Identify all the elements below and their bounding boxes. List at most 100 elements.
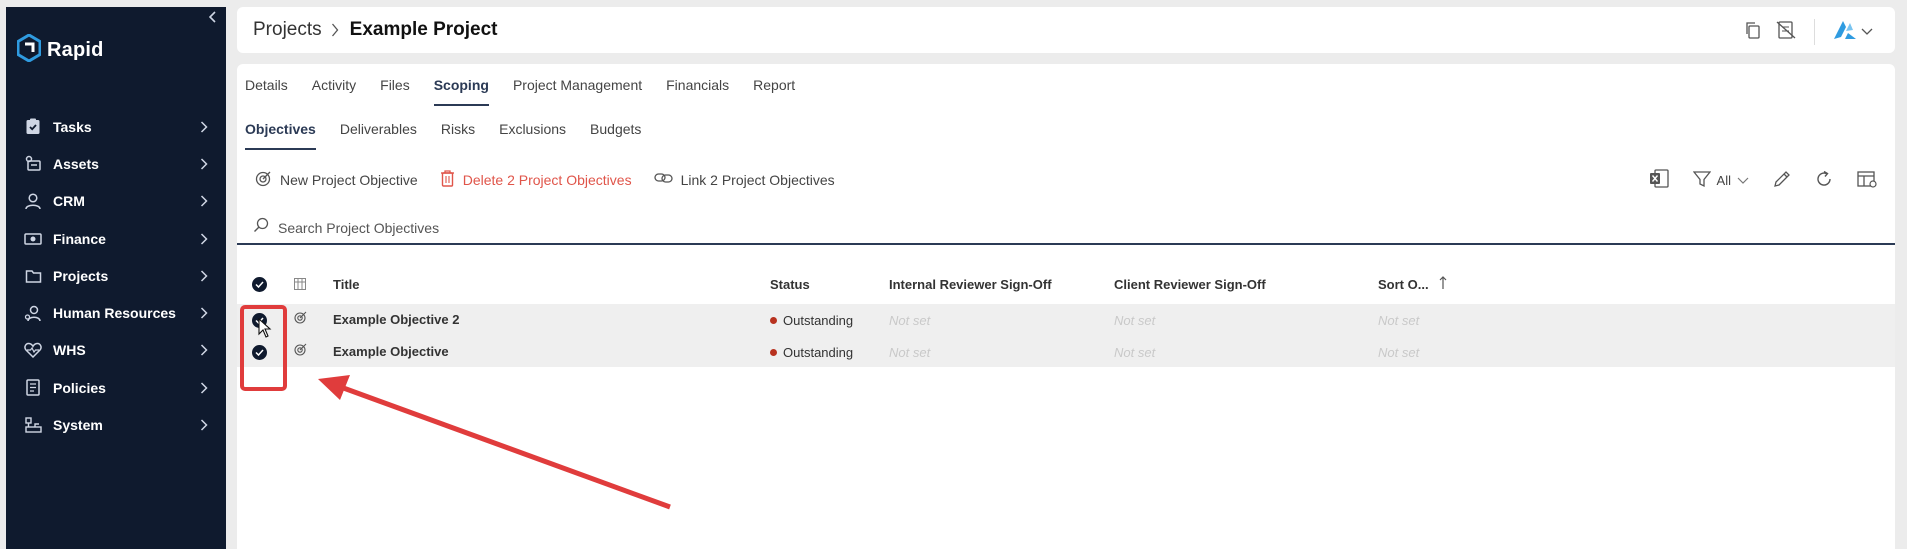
user-menu-button[interactable]: [1833, 20, 1873, 45]
chevron-right-icon: [200, 157, 210, 171]
column-header-sort-order[interactable]: Sort O...: [1378, 275, 1447, 293]
chevron-right-icon: [200, 306, 210, 320]
table-row[interactable]: Example Objective 2 Outstanding Not set …: [237, 305, 1895, 336]
table-tools: All: [1649, 169, 1877, 191]
row-sort-order: Not set: [1378, 345, 1420, 360]
row-client-signoff: Not set: [1114, 345, 1156, 360]
select-all-checkbox[interactable]: [252, 276, 267, 292]
project-tabs: Details Activity Files Scoping Project M…: [245, 72, 795, 106]
document-icon: [24, 379, 42, 397]
column-header-title[interactable]: Title: [333, 277, 360, 292]
page-header: Projects Example Project: [237, 7, 1895, 53]
tab-files[interactable]: Files: [380, 72, 410, 106]
chevron-right-icon: [200, 120, 210, 134]
header-actions: [1744, 19, 1873, 45]
delete-objectives-label: Delete 2 Project Objectives: [462, 171, 632, 188]
copy-icon[interactable]: [1744, 21, 1762, 44]
subtab-exclusions[interactable]: Exclusions: [499, 116, 566, 150]
sidebar-item-crm[interactable]: CRM: [6, 183, 226, 220]
sidebar-item-system[interactable]: System: [6, 406, 226, 443]
sidebar-nav: Tasks Assets CRM Finance Projects Human …: [6, 108, 226, 444]
new-objective-label: New Project Objective: [280, 171, 418, 188]
column-header-status[interactable]: Status: [770, 277, 810, 292]
table-body: Example Objective 2 Outstanding Not set …: [237, 304, 1895, 367]
link-icon: [653, 171, 673, 188]
brand-avatar-icon: [1833, 20, 1857, 45]
row-title[interactable]: Example Objective 2: [333, 312, 459, 327]
target-icon: [294, 343, 307, 356]
sidebar-item-whs[interactable]: WHS: [6, 332, 226, 369]
table-row[interactable]: Example Objective Outstanding Not set No…: [237, 337, 1895, 368]
new-objective-button[interactable]: New Project Objective: [255, 170, 418, 190]
sidebar-item-label: Projects: [53, 267, 109, 284]
check-icon: [252, 276, 267, 292]
row-client-signoff: Not set: [1114, 313, 1156, 328]
app-logo[interactable]: Rapid: [16, 33, 104, 67]
column-header-internal-signoff[interactable]: Internal Reviewer Sign-Off: [889, 277, 1052, 292]
clipboard-check-icon: [24, 118, 42, 136]
chevron-right-icon: [200, 343, 210, 357]
column-header-sort-label: Sort O...: [1378, 276, 1429, 292]
breadcrumb-projects-link[interactable]: Projects: [253, 19, 322, 41]
header-divider: [1814, 19, 1815, 45]
sidebar: Rapid Tasks Assets CRM Finance Projects: [6, 7, 226, 549]
sidebar-item-assets[interactable]: Assets: [6, 145, 226, 182]
filter-icon: [1692, 170, 1711, 191]
column-chooser-icon[interactable]: [294, 278, 306, 290]
search-icon: [253, 217, 269, 238]
edit-pencil-icon[interactable]: [1773, 170, 1791, 191]
row-title[interactable]: Example Objective: [333, 344, 449, 359]
row-internal-signoff: Not set: [889, 345, 931, 360]
sidebar-item-label: Tasks: [53, 118, 92, 135]
filter-dropdown[interactable]: All: [1692, 170, 1749, 191]
sidebar-item-finance[interactable]: Finance: [6, 220, 226, 257]
chevron-right-icon: [200, 194, 210, 208]
column-settings-icon[interactable]: [1857, 170, 1877, 191]
sort-ascending-icon: [1439, 275, 1447, 293]
sidebar-item-projects[interactable]: Projects: [6, 257, 226, 294]
link-objectives-label: Link 2 Project Objectives: [680, 171, 835, 188]
table-header: Title Status Internal Reviewer Sign-Off …: [237, 264, 1895, 304]
rapid-logo-icon: [16, 33, 42, 67]
assets-icon: [24, 155, 42, 173]
status-dot: [770, 349, 777, 356]
refresh-icon[interactable]: [1815, 170, 1833, 191]
row-status: Outstanding: [770, 313, 853, 328]
sidebar-item-label: Human Resources: [53, 305, 176, 322]
link-objectives-button[interactable]: Link 2 Project Objectives: [653, 171, 835, 188]
breadcrumb: Projects Example Project: [253, 19, 497, 41]
no-document-icon[interactable]: [1776, 20, 1796, 44]
logo-text: Rapid: [47, 39, 104, 61]
sidebar-item-policies[interactable]: Policies: [6, 369, 226, 406]
sidebar-item-tasks[interactable]: Tasks: [6, 108, 226, 145]
subtab-budgets[interactable]: Budgets: [590, 116, 641, 150]
column-header-client-signoff[interactable]: Client Reviewer Sign-Off: [1114, 277, 1266, 292]
subtab-objectives[interactable]: Objectives: [245, 116, 316, 150]
tab-activity[interactable]: Activity: [312, 72, 356, 106]
sidebar-item-human-resources[interactable]: Human Resources: [6, 294, 226, 331]
subtab-risks[interactable]: Risks: [441, 116, 475, 150]
subtab-deliverables[interactable]: Deliverables: [340, 116, 417, 150]
collapse-sidebar-icon[interactable]: [206, 11, 220, 29]
annotation-highlight-box: [240, 305, 287, 391]
sidebar-item-label: Assets: [53, 155, 99, 172]
row-internal-signoff: Not set: [889, 313, 931, 328]
delete-objectives-button[interactable]: Delete 2 Project Objectives: [440, 169, 632, 190]
status-text: Outstanding: [783, 345, 854, 360]
excel-export-icon[interactable]: [1649, 169, 1669, 191]
tab-project-management[interactable]: Project Management: [513, 72, 642, 106]
filter-label: All: [1716, 172, 1731, 188]
heart-pulse-icon: [24, 341, 42, 359]
trash-icon: [440, 169, 455, 190]
status-dot: [770, 317, 777, 324]
tab-report[interactable]: Report: [753, 72, 795, 106]
chevron-right-icon: [200, 269, 210, 283]
tab-financials[interactable]: Financials: [666, 72, 729, 106]
search-input[interactable]: [278, 219, 678, 236]
user-icon: [24, 192, 42, 210]
hierarchy-icon: [24, 416, 42, 434]
people-icon: [24, 304, 42, 322]
sidebar-item-label: System: [53, 417, 103, 434]
tab-details[interactable]: Details: [245, 72, 288, 106]
tab-scoping[interactable]: Scoping: [433, 72, 489, 106]
